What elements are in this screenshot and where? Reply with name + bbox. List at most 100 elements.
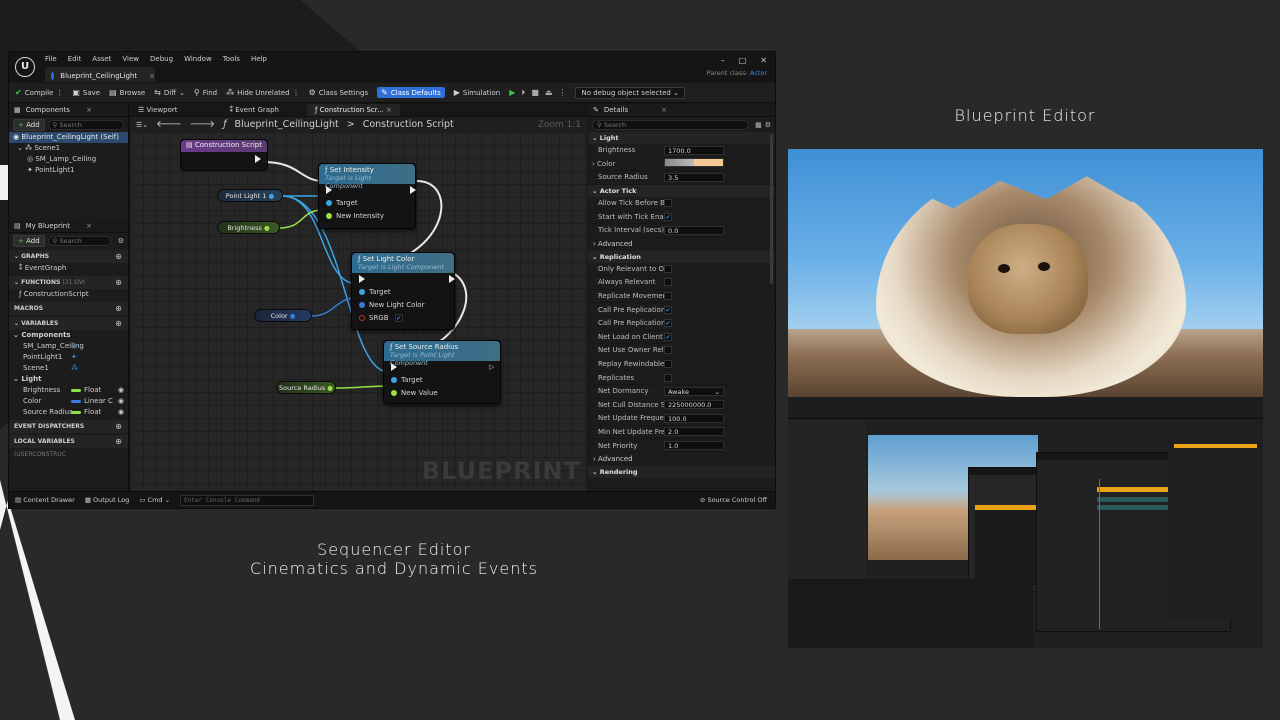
close-icon[interactable]: × bbox=[386, 106, 392, 114]
tab-event-graph[interactable]: ⁑ Event Graph bbox=[221, 104, 286, 116]
stop-icon[interactable]: ■ bbox=[531, 88, 539, 98]
checkbox[interactable]: ✔ bbox=[664, 332, 672, 341]
debug-object-select[interactable]: No debug object selected ⌄ bbox=[575, 86, 685, 99]
add-graph-icon[interactable]: ⊕ bbox=[115, 250, 122, 263]
tree-item-scene[interactable]: ⌄ ⁂ Scene1 bbox=[9, 143, 128, 154]
menu-window[interactable]: Window bbox=[184, 55, 212, 63]
components-group[interactable]: ⌄ Components bbox=[9, 330, 128, 341]
exec-out-pin[interactable] bbox=[181, 152, 267, 163]
details-scrollbar[interactable] bbox=[770, 134, 773, 284]
brightness-field[interactable]: 1700.0 bbox=[664, 145, 724, 155]
gear-icon[interactable]: ⚙ bbox=[765, 121, 771, 129]
actor-tick-category[interactable]: ⌄ Actor Tick bbox=[588, 184, 775, 197]
my-blueprint-tab[interactable]: ▤ My Blueprint × bbox=[9, 220, 128, 233]
content-drawer-button[interactable]: ▤ Content Drawer bbox=[15, 496, 75, 504]
point-light-variable-node[interactable]: Point Light 1 ● bbox=[217, 189, 283, 202]
details-tab[interactable]: ✎ Details × bbox=[588, 104, 775, 117]
class-defaults-button[interactable]: ✎ Class Defaults bbox=[377, 87, 445, 98]
details-search-input[interactable]: ⚲ Search bbox=[592, 119, 750, 130]
close-icon[interactable]: × bbox=[661, 106, 667, 114]
kebab-icon[interactable]: ⋮ bbox=[56, 89, 63, 97]
cmd-dropdown[interactable]: ▭ Cmd ⌄ bbox=[139, 496, 170, 504]
checkbox[interactable] bbox=[664, 346, 672, 355]
srgb-pin[interactable]: SRGB ✔ bbox=[352, 312, 454, 325]
kebab-icon[interactable]: ⋮ bbox=[293, 89, 300, 97]
menu-edit[interactable]: Edit bbox=[68, 55, 82, 63]
graph-canvas[interactable]: ▤ Construction Script ƒ Set Intensity Tar… bbox=[130, 132, 587, 491]
breadcrumb-class[interactable]: Blueprint_CeilingLight bbox=[234, 119, 338, 130]
unreal-logo-icon[interactable]: U bbox=[15, 57, 35, 77]
checkbox[interactable] bbox=[664, 278, 672, 287]
color-variable-node[interactable]: Color ● bbox=[254, 309, 312, 322]
close-window-icon[interactable]: ✕ bbox=[760, 56, 767, 65]
add-variable-icon[interactable]: ⊕ bbox=[115, 317, 122, 330]
add-member-button[interactable]: + Add bbox=[13, 234, 45, 247]
set-source-radius-node[interactable]: ƒ Set Source Radius Target is Point Light… bbox=[383, 340, 501, 404]
back-arrow-icon[interactable]: 🡐 bbox=[156, 119, 181, 130]
checkbox[interactable] bbox=[664, 360, 672, 369]
advanced-expander[interactable]: › Advanced bbox=[588, 453, 775, 466]
grid-view-icon[interactable]: ▦ bbox=[755, 121, 762, 129]
macros-section[interactable]: MACROS ⊕ bbox=[9, 302, 128, 315]
hide-unrelated-button[interactable]: ⁂ Hide Unrelated ⋮ bbox=[226, 88, 300, 97]
target-pin[interactable]: Target bbox=[384, 374, 500, 387]
checkbox[interactable] bbox=[664, 373, 672, 382]
new-light-color-pin[interactable]: New Light Color bbox=[352, 299, 454, 312]
srgb-checkbox[interactable]: ✔ bbox=[394, 314, 403, 322]
target-pin[interactable]: Target bbox=[319, 197, 415, 210]
exec-pins[interactable] bbox=[352, 273, 455, 286]
replication-category[interactable]: ⌄ Replication bbox=[588, 250, 775, 263]
play-icon[interactable]: ▶ bbox=[509, 88, 515, 98]
exec-pins[interactable]: ▷ bbox=[384, 361, 500, 374]
output-log-button[interactable]: ▦ Output Log bbox=[85, 496, 130, 504]
eye-icon[interactable]: ◉ bbox=[118, 407, 124, 418]
functions-section[interactable]: ⌄ FUNCTIONS (31 OVI ⊕ bbox=[9, 276, 128, 289]
gear-icon[interactable]: ⚙ bbox=[118, 237, 124, 245]
compile-button[interactable]: ✔ Compile ⋮ bbox=[15, 88, 63, 97]
menu-tools[interactable]: Tools bbox=[223, 55, 240, 63]
color-swatch[interactable] bbox=[664, 158, 724, 168]
add-macro-icon[interactable]: ⊕ bbox=[115, 302, 122, 315]
variable-row[interactable]: Source Radius Float ◉ bbox=[9, 407, 128, 418]
components-panel-tab[interactable]: ▦ Components × bbox=[9, 104, 128, 117]
tree-item-pointlight[interactable]: ✦ PointLight1 bbox=[9, 165, 128, 176]
property-value-field[interactable]: 1.0 bbox=[664, 441, 724, 451]
close-icon[interactable]: × bbox=[86, 222, 92, 230]
new-intensity-pin[interactable]: New Intensity bbox=[319, 210, 415, 223]
eject-icon[interactable]: ⏏ bbox=[545, 88, 553, 98]
source-control-button[interactable]: ⊘ Source Control Off bbox=[700, 496, 767, 504]
property-value-field[interactable]: 100.0 bbox=[664, 413, 724, 423]
construction-script-node[interactable]: ▤ Construction Script bbox=[180, 139, 268, 171]
checkbox[interactable]: ✔ bbox=[664, 319, 672, 328]
exec-pins[interactable] bbox=[319, 184, 416, 197]
checkbox[interactable]: ✔ bbox=[664, 212, 672, 221]
property-value-field[interactable]: 2.0 bbox=[664, 427, 724, 437]
console-input[interactable]: Enter Console Command bbox=[180, 494, 315, 506]
variables-section[interactable]: ⌄ VARIABLES ⊕ bbox=[9, 317, 128, 330]
tab-construction-script[interactable]: ƒ Construction Scr... × bbox=[306, 104, 400, 116]
event-graph-item[interactable]: ⁑ EventGraph bbox=[9, 263, 128, 274]
add-local-variable-icon[interactable]: ⊕ bbox=[115, 435, 122, 448]
minimize-icon[interactable]: – bbox=[721, 56, 725, 65]
add-dispatcher-icon[interactable]: ⊕ bbox=[115, 420, 122, 433]
options-icon[interactable]: ☰⌄ bbox=[136, 121, 148, 129]
browse-button[interactable]: ▤ Browse bbox=[109, 88, 145, 97]
diff-button[interactable]: ⇆ Diff ⌄ bbox=[154, 88, 185, 97]
brightness-variable-node[interactable]: Brightness ● bbox=[217, 221, 280, 234]
menu-help[interactable]: Help bbox=[251, 55, 267, 63]
breadcrumb-graph[interactable]: Construction Script bbox=[363, 119, 454, 130]
new-value-pin[interactable]: New Value bbox=[384, 387, 500, 400]
asset-tab[interactable]: Blueprint_CeilingLight × bbox=[45, 67, 155, 82]
tree-item-self[interactable]: ◉ Blueprint_CeilingLight (Self) bbox=[9, 132, 128, 143]
tick-interval-field[interactable]: 0.0 bbox=[664, 225, 724, 235]
variable-row[interactable]: Scene1 ⁂ bbox=[9, 363, 128, 374]
save-button[interactable]: ▣ Save bbox=[72, 88, 100, 97]
menu-debug[interactable]: Debug bbox=[150, 55, 173, 63]
checkbox[interactable] bbox=[664, 199, 672, 208]
tree-item-mesh[interactable]: ◎ SM_Lamp_Ceiling bbox=[9, 154, 128, 165]
my-blueprint-search-input[interactable]: ⚲ Search bbox=[47, 235, 111, 246]
checkbox[interactable] bbox=[664, 264, 672, 273]
components-search-input[interactable]: ⚲ Search bbox=[47, 119, 124, 130]
event-dispatchers-section[interactable]: EVENT DISPATCHERS ⊕ bbox=[9, 420, 128, 433]
variable-row[interactable]: PointLight1 ✦ bbox=[9, 352, 128, 363]
